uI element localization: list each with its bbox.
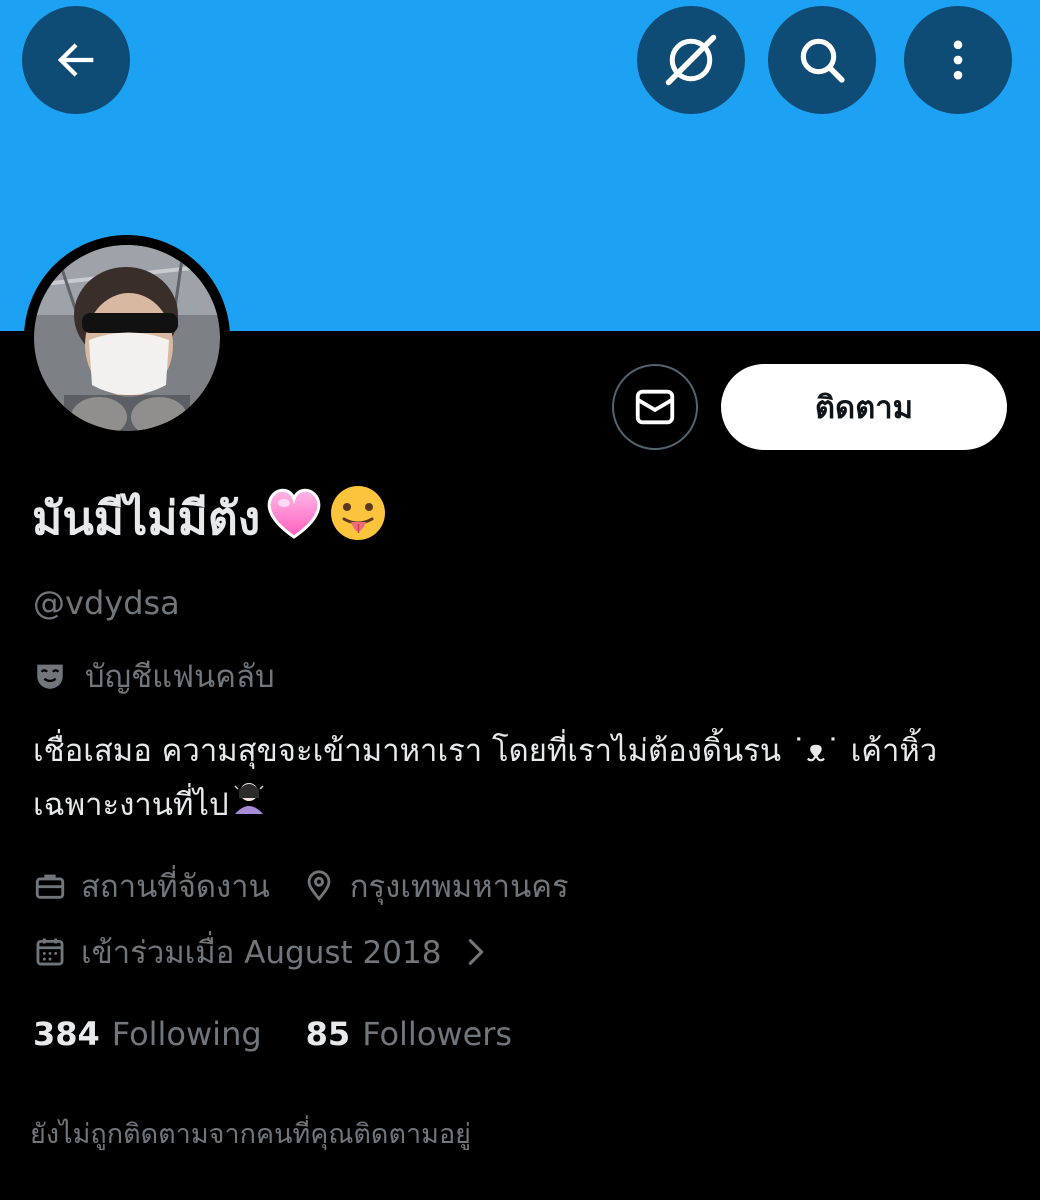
location-type: สถานที่จัดงาน <box>33 861 270 911</box>
calendar-icon <box>36 938 64 966</box>
bio-line-2-text: เฉพาะงานที่ไป <box>33 787 229 823</box>
mask-icon <box>37 664 63 689</box>
explore-button[interactable] <box>637 6 745 114</box>
profile-page: ติดตาม มันมีไม่มีตัง @vdydsa บัญชีแฟนคลั… <box>0 0 1040 1200</box>
follow-stats: 384 Following 85 Followers <box>33 1008 512 1060</box>
compass-slash-icon <box>665 34 717 86</box>
joined-date[interactable]: เข้าร่วมเมื่อ August 2018 <box>33 927 441 977</box>
search-icon <box>800 38 845 83</box>
profile-meta-row: สถานที่จัดงาน กรุงเทพมหานคร <box>33 860 569 912</box>
profile-bio: เชื่อเสมอ ความสุขจะเข้ามาหาเรา โดยที่เรา… <box>33 724 1013 835</box>
message-button[interactable] <box>612 364 698 450</box>
not-followed-notice: ยังไม่ถูกติดตามจากคนที่คุณติดตามอยู่ <box>30 1119 471 1150</box>
arrow-left-icon <box>57 43 94 77</box>
avatar[interactable] <box>24 235 230 441</box>
location-pin-icon <box>307 870 331 901</box>
joined-date-label: เข้าร่วมเมื่อ August 2018 <box>81 935 442 971</box>
joined-date-row[interactable]: เข้าร่วมเมื่อ August 2018 <box>33 926 489 978</box>
location-type-label: สถานที่จัดงาน <box>81 869 270 905</box>
more-options-button[interactable] <box>904 6 1012 114</box>
more-vertical-icon <box>953 40 963 80</box>
person-bowing-emoji <box>229 778 269 835</box>
display-name-text: มันมีไม่มีตัง <box>32 490 261 545</box>
category-label: บัญชีแฟนคลับ <box>85 659 275 695</box>
profile-category: บัญชีแฟนคลับ <box>33 650 275 702</box>
avatar-photo <box>34 245 220 431</box>
followers-stat[interactable]: 85 Followers <box>306 1015 512 1053</box>
tongue-out-emoji <box>328 483 388 554</box>
follow-button[interactable]: ติดตาม <box>721 364 1007 450</box>
pink-heart-emoji <box>264 485 324 552</box>
back-button[interactable] <box>22 6 130 114</box>
following-count: 384 <box>33 1015 100 1053</box>
bio-line-1: เชื่อเสมอ ความสุขจะเข้ามาหาเรา โดยที่เรา… <box>33 733 938 769</box>
search-button[interactable] <box>768 6 876 114</box>
following-stat[interactable]: 384 Following <box>33 1015 262 1053</box>
followers-count: 85 <box>305 1015 351 1053</box>
location-city: กรุงเทพมหานคร <box>349 869 569 905</box>
profile-handle: @vdydsa <box>33 584 180 622</box>
followers-label: Followers <box>362 1015 513 1053</box>
briefcase-icon <box>35 874 65 899</box>
following-label: Following <box>111 1015 262 1053</box>
mail-icon <box>635 389 675 425</box>
bio-line-2: เฉพาะงานที่ไป <box>33 778 1013 835</box>
chevron-right-icon[interactable] <box>463 935 489 969</box>
profile-location: กรุงเทพมหานคร <box>302 861 569 911</box>
display-name: มันมีไม่มีตัง <box>32 478 388 558</box>
